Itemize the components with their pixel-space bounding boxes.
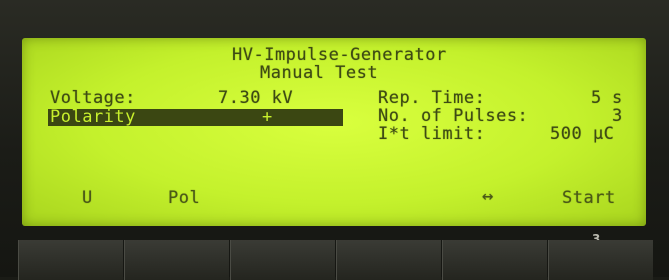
softkey-button-voltage[interactable] — [18, 240, 123, 280]
polarity-value: + — [262, 107, 273, 127]
voltage-label: Voltage: — [50, 88, 136, 108]
softkey-button-start[interactable] — [548, 240, 653, 280]
pulses-value: 3 — [612, 106, 623, 126]
softkey-label-voltage: U — [82, 188, 93, 208]
rep-time-value: 5 — [591, 88, 602, 108]
softkey-label-start: Start — [562, 188, 616, 208]
it-limit-label: I*t limit: — [378, 124, 486, 144]
softkey-button-4[interactable] — [336, 240, 441, 280]
voltage-value: 7.30 kV — [218, 88, 294, 108]
rep-time-label: Rep. Time: — [378, 88, 486, 108]
screen-title: HV-Impulse-Generator — [232, 45, 447, 65]
hardware-keys — [0, 226, 669, 280]
softkey-label-polarity: Pol — [168, 188, 201, 208]
pulses-label: No. of Pulses: — [378, 106, 529, 126]
it-limit-value: 500 µC — [550, 124, 615, 144]
polarity-label: Polarity — [50, 107, 136, 127]
lcd-display: HV-Impulse-Generator Manual Test Voltage… — [22, 38, 646, 226]
screen-subtitle: Manual Test — [260, 63, 379, 83]
softkey-button-polarity[interactable] — [124, 240, 229, 280]
softkey-button-navigate[interactable] — [442, 240, 547, 280]
softkey-label-navigate: ↔ — [482, 185, 494, 207]
rep-time-unit: s — [612, 88, 623, 108]
polarity-row[interactable]: Polarity + — [48, 107, 343, 127]
softkey-button-3[interactable] — [230, 240, 335, 280]
